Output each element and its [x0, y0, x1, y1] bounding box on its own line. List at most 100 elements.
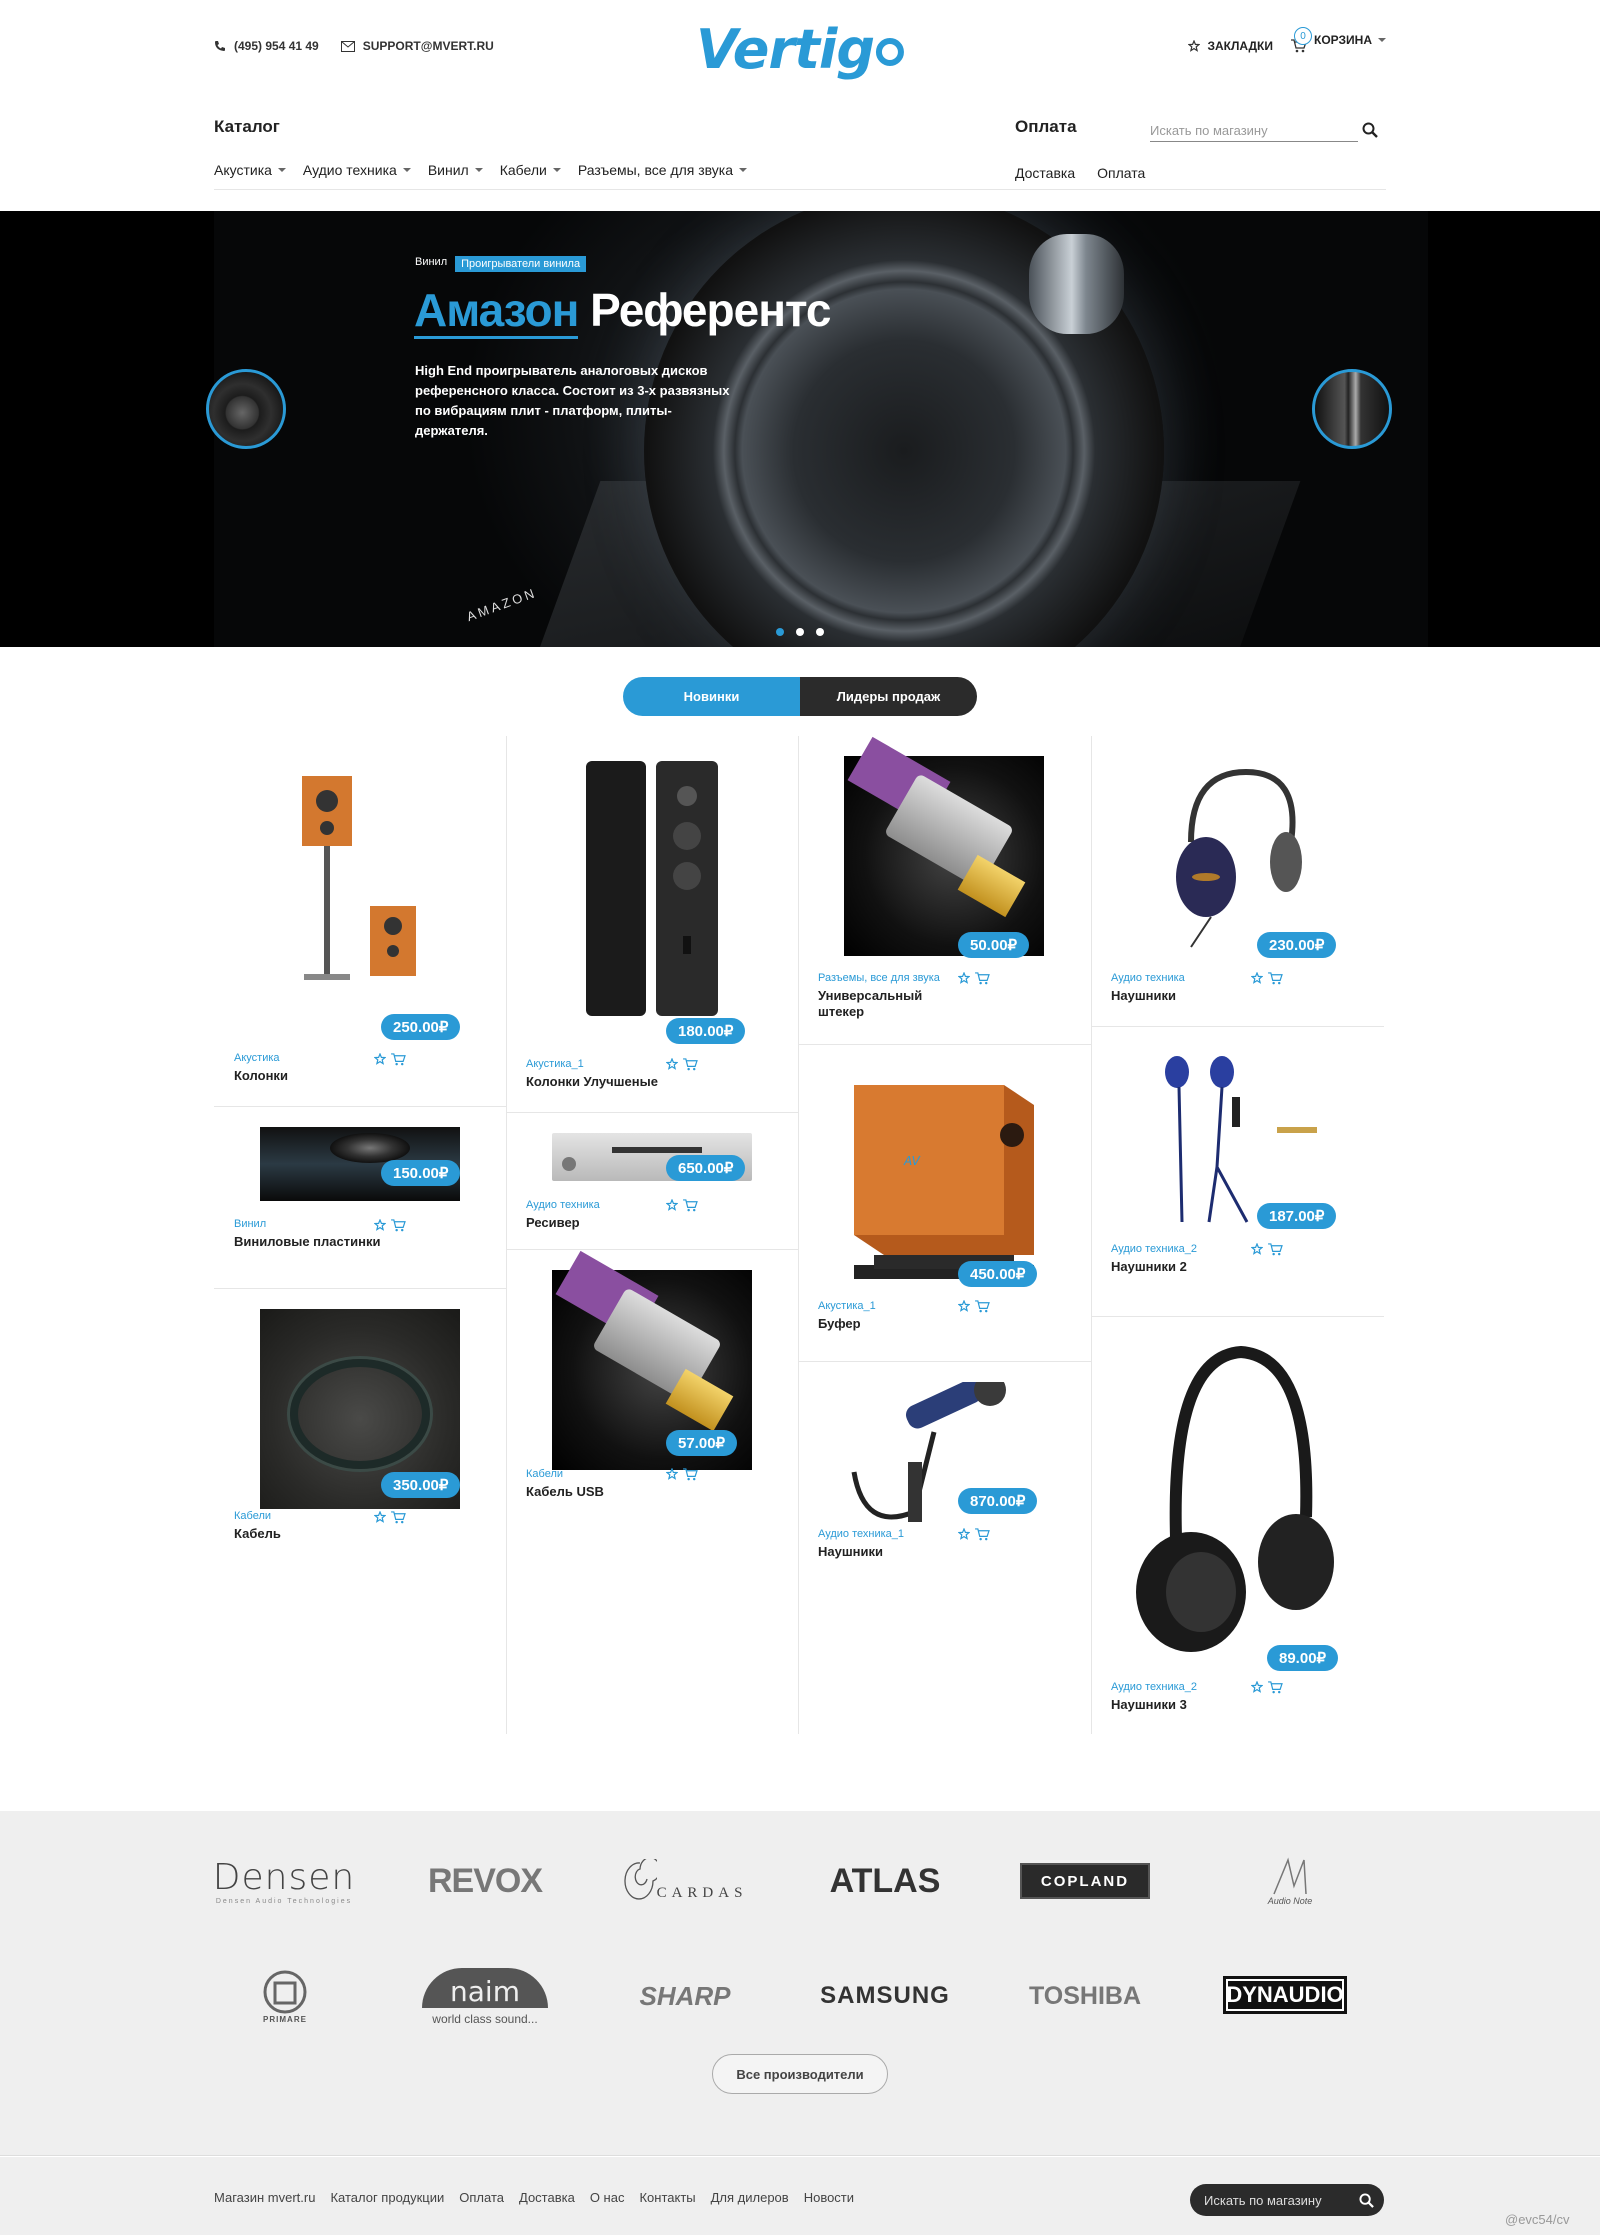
product-name[interactable]: Колонки: [234, 1068, 384, 1084]
star-icon[interactable]: [1251, 1681, 1263, 1693]
site-logo[interactable]: Vertig: [696, 18, 905, 81]
star-icon[interactable]: [666, 1199, 678, 1211]
product-card[interactable]: 89.00₽ Аудио техника_2 Наушники 3: [1091, 1317, 1383, 1734]
cart-icon[interactable]: [391, 1053, 406, 1066]
product-name[interactable]: Наушники: [1111, 988, 1261, 1004]
star-icon[interactable]: [666, 1058, 678, 1070]
next-slide-thumb[interactable]: [1312, 369, 1392, 449]
cart-icon[interactable]: [975, 1300, 990, 1313]
product-card[interactable]: 870.00₽ Аудио техника_1 Наушники: [798, 1362, 1090, 1622]
star-icon[interactable]: [958, 1300, 970, 1312]
product-card[interactable]: 350.00₽ Кабели Кабель: [214, 1289, 506, 1549]
product-card[interactable]: 57.00₽ Кабели Кабель USB: [506, 1250, 798, 1510]
product-name[interactable]: Универсальный штекер: [818, 988, 968, 1020]
prev-slide-thumb[interactable]: [206, 369, 286, 449]
brand-logo-primare[interactable]: PRIMARE: [250, 1961, 320, 2031]
cart-icon[interactable]: [1268, 972, 1283, 985]
search-button[interactable]: [1362, 122, 1378, 143]
brand-logo-cardas[interactable]: CARDAS: [620, 1849, 750, 1913]
product-name[interactable]: Наушники 3: [1111, 1697, 1261, 1713]
menu-item-acoustics[interactable]: Акустика: [214, 162, 286, 178]
slider-dot[interactable]: [776, 628, 784, 636]
footer-link-catalog[interactable]: Каталог продукции: [330, 2190, 444, 2205]
product-name[interactable]: Кабель USB: [526, 1484, 676, 1500]
product-category[interactable]: Разъемы, все для звука: [818, 972, 940, 984]
product-category[interactable]: Аудио техника: [1111, 972, 1185, 984]
product-card[interactable]: 230.00₽ Аудио техника Наушники: [1091, 736, 1383, 1026]
product-category[interactable]: Винил: [234, 1218, 266, 1230]
slider-dot[interactable]: [796, 628, 804, 636]
product-category[interactable]: Аудио техника: [526, 1199, 600, 1211]
product-card[interactable]: 250.00₽ Акустика Колонки: [214, 736, 506, 1106]
tab-new[interactable]: Новинки: [623, 677, 800, 716]
product-card[interactable]: 187.00₽ Аудио техника_2 Наушники 2: [1091, 1027, 1383, 1316]
footer-link-about[interactable]: О нас: [590, 2190, 625, 2205]
brand-logo-samsung[interactable]: SAMSUNG: [820, 1971, 950, 2021]
star-icon[interactable]: [374, 1053, 386, 1065]
product-card[interactable]: 150.00₽ Винил Виниловые пластинки: [214, 1107, 506, 1294]
product-category[interactable]: Аудио техника_2: [1111, 1243, 1197, 1255]
product-name[interactable]: Наушники: [818, 1544, 968, 1560]
footer-search-input[interactable]: Искать по магазину: [1190, 2184, 1384, 2216]
menu-item-connectors[interactable]: Разъемы, все для звука: [578, 162, 747, 178]
all-brands-button[interactable]: Все производители: [712, 2054, 888, 2094]
slider-dot[interactable]: [816, 628, 824, 636]
product-category[interactable]: Акустика_1: [526, 1058, 584, 1070]
cart-icon[interactable]: [975, 1528, 990, 1541]
payment-link[interactable]: Оплата: [1097, 165, 1145, 181]
tab-bestsellers[interactable]: Лидеры продаж: [800, 677, 977, 716]
delivery-link[interactable]: Доставка: [1015, 165, 1075, 181]
product-name[interactable]: Виниловые пластинки: [234, 1234, 384, 1250]
brand-logo-dynaudio[interactable]: DYNAUDIO: [1223, 1976, 1347, 2014]
hero-crumb-players[interactable]: Проигрыватели винила: [455, 256, 587, 272]
menu-item-cables[interactable]: Кабели: [500, 162, 561, 178]
brand-logo-toshiba[interactable]: TOSHIBA: [1020, 1971, 1150, 2021]
menu-item-vinyl[interactable]: Винил: [428, 162, 483, 178]
product-category[interactable]: Акустика: [234, 1052, 280, 1064]
product-card[interactable]: 180.00₽ Акустика_1 Колонки Улучшеные: [506, 736, 798, 1112]
cart-icon[interactable]: [1268, 1243, 1283, 1256]
footer-link-store[interactable]: Магазин mvert.ru: [214, 2190, 315, 2205]
product-category[interactable]: Аудио техника_2: [1111, 1681, 1197, 1693]
product-category[interactable]: Кабели: [234, 1510, 271, 1522]
hero-crumb-vinyl[interactable]: Винил: [415, 256, 447, 272]
product-name[interactable]: Ресивер: [526, 1215, 676, 1231]
product-category[interactable]: Акустика_1: [818, 1300, 876, 1312]
star-icon[interactable]: [374, 1511, 386, 1523]
bookmarks-link[interactable]: ЗАКЛАДКИ: [1188, 39, 1273, 53]
phone-link[interactable]: (495) 954 41 49: [214, 39, 319, 53]
brand-logo-atlas[interactable]: ATLAS: [820, 1851, 950, 1911]
star-icon[interactable]: [958, 1528, 970, 1540]
star-icon[interactable]: [374, 1219, 386, 1231]
email-link[interactable]: SUPPORT@MVERT.RU: [340, 39, 494, 53]
product-category[interactable]: Аудио техника_1: [818, 1528, 904, 1540]
search-input[interactable]: Искать по магазину: [1150, 120, 1358, 142]
cart-icon[interactable]: [683, 1468, 698, 1481]
hero-title[interactable]: Амазон Референтс: [414, 283, 832, 339]
brand-logo-copland[interactable]: COPLAND: [1020, 1863, 1150, 1899]
product-card[interactable]: 650.00₽ Аудио техника Ресивер: [506, 1113, 798, 1250]
star-icon[interactable]: [958, 972, 970, 984]
product-category[interactable]: Кабели: [526, 1468, 563, 1480]
cart-icon[interactable]: [683, 1058, 698, 1071]
cart-icon[interactable]: [1268, 1681, 1283, 1694]
star-icon[interactable]: [1251, 1243, 1263, 1255]
cart-link[interactable]: 0 КОРЗИНА: [1291, 27, 1386, 53]
cart-icon[interactable]: [391, 1511, 406, 1524]
product-name[interactable]: Наушники 2: [1111, 1259, 1261, 1275]
menu-item-audio[interactable]: Аудио техника: [303, 162, 411, 178]
product-name[interactable]: Колонки Улучшеные: [526, 1074, 676, 1090]
star-icon[interactable]: [666, 1468, 678, 1480]
brand-logo-densen[interactable]: Densen Densen Audio Technologies: [213, 1851, 354, 1911]
product-card[interactable]: AV 450.00₽ Акустика_1 Буфер: [798, 1045, 1090, 1361]
brand-logo-sharp[interactable]: SHARP: [620, 1971, 750, 2021]
footer-link-news[interactable]: Новости: [804, 2190, 854, 2205]
footer-link-delivery[interactable]: Доставка: [519, 2190, 575, 2205]
search-icon[interactable]: [1359, 2193, 1374, 2208]
product-card[interactable]: 50.00₽ Разъемы, все для звука Универсаль…: [798, 736, 1090, 1044]
product-name[interactable]: Кабель: [234, 1526, 384, 1542]
brand-logo-revox[interactable]: REVOX: [420, 1851, 550, 1911]
footer-link-dealers[interactable]: Для дилеров: [711, 2190, 789, 2205]
cart-icon[interactable]: [391, 1219, 406, 1232]
brand-logo-audio-note[interactable]: Audio Note: [1250, 1841, 1330, 1921]
